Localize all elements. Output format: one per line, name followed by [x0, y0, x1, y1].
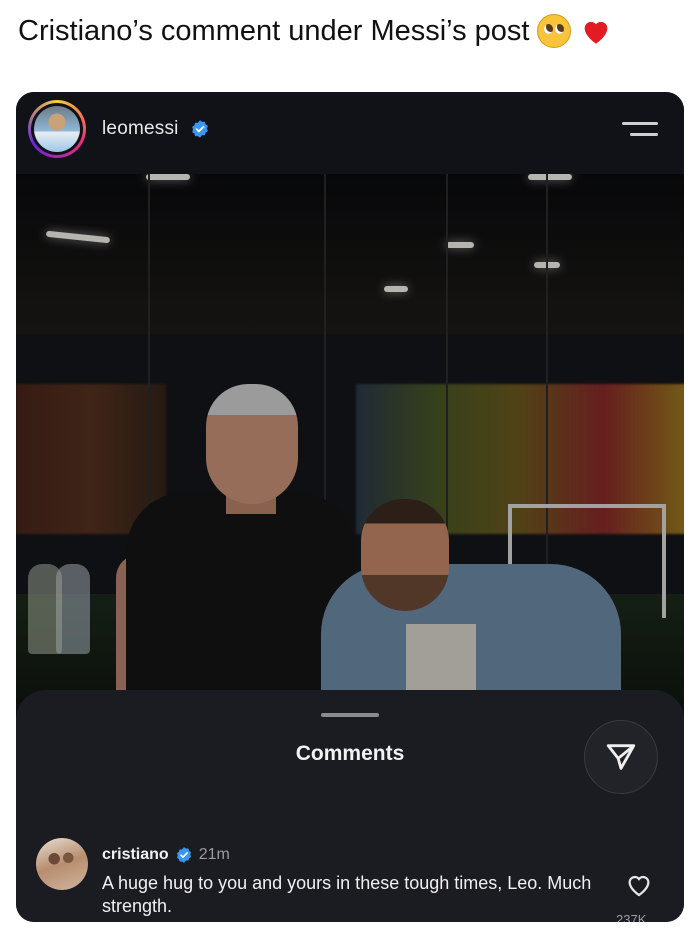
post-username[interactable]: leomessi	[102, 118, 179, 139]
caption-text: Cristiano’s comment under Messi’s post	[18, 14, 530, 47]
verified-badge-icon	[192, 120, 208, 138]
comments-sheet: Comments cristiano 21m A huge hug to you…	[16, 690, 684, 922]
post-header: leomessi	[16, 92, 684, 174]
commenter-row: cristiano 21m	[102, 846, 230, 864]
post-photo	[16, 174, 684, 704]
menu-icon[interactable]	[622, 122, 658, 138]
drag-handle[interactable]	[321, 713, 379, 717]
instagram-post-card: leomessi Comments cristiano 21m A huge h…	[16, 92, 684, 922]
commenter-username[interactable]: cristiano	[102, 846, 169, 864]
commenter-avatar[interactable]	[36, 838, 88, 890]
verified-badge-icon	[176, 847, 191, 863]
red-heart-icon	[579, 14, 613, 48]
like-count: 237K	[616, 912, 647, 922]
profile-avatar[interactable]	[28, 100, 86, 158]
like-heart-icon[interactable]	[624, 870, 654, 900]
avatar-image	[34, 106, 80, 152]
share-button[interactable]	[584, 720, 658, 794]
pleading-face-icon	[537, 14, 572, 48]
comment-text: A huge hug to you and yours in these tou…	[102, 873, 592, 916]
comment-time: 21m	[198, 846, 230, 863]
send-icon	[606, 744, 636, 770]
post-caption: Cristiano’s comment under Messi’s post	[18, 14, 613, 48]
post-username-row[interactable]: leomessi	[102, 118, 210, 140]
